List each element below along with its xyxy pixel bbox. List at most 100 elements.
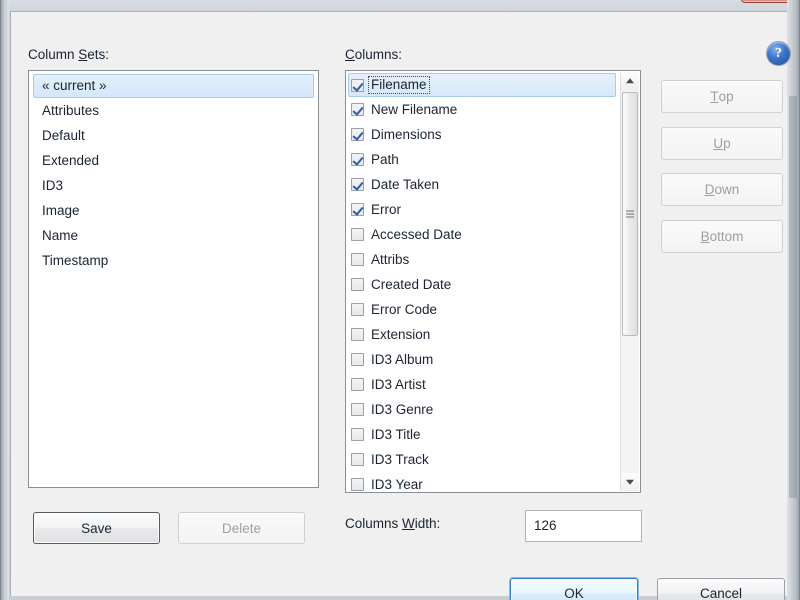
checkbox-checked-icon[interactable]	[351, 178, 364, 191]
column-list-item[interactable]: Path	[348, 147, 616, 172]
checkbox-unchecked-icon[interactable]	[351, 278, 364, 291]
column-set-item[interactable]: Timestamp	[33, 248, 314, 273]
column-list-item-label: Created Date	[371, 277, 451, 293]
column-sets-label-suffix: ets:	[87, 47, 109, 62]
scroll-down-icon[interactable]	[621, 473, 639, 491]
scrollbar-thumb[interactable]	[622, 92, 638, 336]
column-set-item[interactable]: Name	[33, 223, 314, 248]
column-list-item[interactable]: Error	[348, 197, 616, 222]
column-list-item[interactable]: Accessed Date	[348, 222, 616, 247]
window-title: Customize Columns	[14, 0, 141, 2]
column-list-item[interactable]: ID3 Genre	[348, 397, 616, 422]
columns-label: Columns:	[345, 47, 402, 62]
move-bottom-accel: B	[701, 229, 710, 244]
column-sets-label-accel: S	[78, 47, 87, 62]
window-edge-right	[787, 0, 800, 600]
column-list-item-label: New Filename	[371, 102, 457, 118]
column-list-item[interactable]: Error Code	[348, 297, 616, 322]
cancel-button[interactable]: Cancel	[657, 578, 785, 600]
column-set-item[interactable]: Extended	[33, 148, 314, 173]
checkbox-unchecked-icon[interactable]	[351, 353, 364, 366]
columns-width-label: Columns Width:	[345, 516, 440, 531]
column-list-item[interactable]: Date Taken	[348, 172, 616, 197]
move-down-label: own	[714, 182, 739, 197]
ok-button[interactable]: OK	[510, 578, 638, 600]
column-list-item-label: Error	[371, 202, 401, 218]
columns-label-accel: C	[345, 47, 355, 62]
move-top-label: op	[719, 89, 734, 104]
save-button[interactable]: Save	[33, 512, 160, 544]
window-edge-left	[0, 0, 9, 600]
column-list-item[interactable]: Dimensions	[348, 122, 616, 147]
column-sets-listbox[interactable]: « current »AttributesDefaultExtendedID3I…	[28, 70, 319, 488]
column-list-item-label: Date Taken	[371, 177, 439, 193]
scroll-up-icon[interactable]	[621, 72, 639, 90]
checkbox-unchecked-icon[interactable]	[351, 303, 364, 316]
columns-width-accel: W	[402, 516, 415, 531]
checkbox-unchecked-icon[interactable]	[351, 403, 364, 416]
column-list-item[interactable]: ID3 Track	[348, 447, 616, 472]
checkbox-checked-icon[interactable]	[351, 128, 364, 141]
column-set-item[interactable]: « current »	[33, 74, 314, 98]
checkbox-checked-icon[interactable]	[351, 153, 364, 166]
column-set-item[interactable]: ID3	[33, 173, 314, 198]
dialog-client-area: ? Column Sets: « current »AttributesDefa…	[10, 11, 787, 596]
column-list-item-label: ID3 Track	[371, 452, 429, 468]
delete-button[interactable]: Delete	[178, 512, 305, 544]
column-list-item[interactable]: Filename	[348, 73, 616, 97]
checkbox-unchecked-icon[interactable]	[351, 378, 364, 391]
checkbox-checked-icon[interactable]	[351, 103, 364, 116]
checkbox-unchecked-icon[interactable]	[351, 478, 364, 491]
columns-label-suffix: olumns:	[355, 47, 402, 62]
column-sets-label: Column Sets:	[28, 47, 109, 62]
columns-listbox-items: Filename New Filename Dimensions Path Date T…	[348, 73, 620, 492]
column-set-item[interactable]: Default	[33, 123, 314, 148]
checkbox-checked-icon[interactable]	[351, 203, 364, 216]
column-list-item[interactable]: ID3 Year	[348, 472, 616, 492]
checkbox-unchecked-icon[interactable]	[351, 228, 364, 241]
checkbox-checked-icon[interactable]	[351, 79, 364, 92]
move-top-button[interactable]: Top	[661, 80, 783, 113]
column-list-item-label: Error Code	[371, 302, 437, 318]
move-top-accel: T	[710, 89, 718, 104]
checkbox-unchecked-icon[interactable]	[351, 428, 364, 441]
columns-listbox[interactable]: Filename New Filename Dimensions Path Date T…	[345, 70, 641, 493]
column-list-item-label: ID3 Genre	[371, 402, 433, 418]
checkbox-unchecked-icon[interactable]	[351, 253, 364, 266]
column-list-item[interactable]: New Filename	[348, 97, 616, 122]
scrollbar-grip-icon	[626, 211, 634, 218]
window-scrollbar[interactable]	[789, 96, 797, 498]
move-down-button[interactable]: Down	[661, 173, 783, 206]
columns-width-suffix: idth:	[415, 516, 441, 531]
move-bottom-button[interactable]: Bottom	[661, 220, 783, 253]
column-list-item[interactable]: Extension	[348, 322, 616, 347]
help-icon[interactable]: ?	[766, 41, 791, 66]
move-up-button[interactable]: Up	[661, 127, 783, 160]
column-list-item[interactable]: Attribs	[348, 247, 616, 272]
move-up-accel: U	[713, 136, 723, 151]
column-list-item-label: Extension	[371, 327, 430, 343]
checkbox-unchecked-icon[interactable]	[351, 328, 364, 341]
move-bottom-label: ottom	[710, 229, 744, 244]
column-list-item[interactable]: ID3 Title	[348, 422, 616, 447]
column-list-item-label: ID3 Artist	[371, 377, 426, 393]
columns-width-input[interactable]: 126	[525, 510, 642, 542]
column-set-item[interactable]: Attributes	[33, 98, 314, 123]
checkbox-unchecked-icon[interactable]	[351, 453, 364, 466]
column-list-item[interactable]: ID3 Album	[348, 347, 616, 372]
move-down-accel: D	[705, 182, 715, 197]
column-list-item-label: Attribs	[371, 252, 409, 268]
column-list-item-label: ID3 Title	[371, 427, 421, 443]
column-list-item-label: ID3 Album	[371, 352, 433, 368]
column-list-item-label: Accessed Date	[371, 227, 462, 243]
column-list-item[interactable]: ID3 Artist	[348, 372, 616, 397]
column-list-item-label: Filename	[369, 77, 429, 93]
column-set-item[interactable]: Image	[33, 198, 314, 223]
move-up-label: p	[723, 136, 731, 151]
column-list-item-label: Dimensions	[371, 127, 442, 143]
column-list-item-label: Path	[371, 152, 399, 168]
column-list-item[interactable]: Created Date	[348, 272, 616, 297]
columns-scrollbar[interactable]	[620, 72, 639, 491]
customize-columns-dialog: Customize Columns ? Column Sets: « curre…	[0, 0, 800, 600]
column-list-item-label: ID3 Year	[371, 477, 423, 493]
